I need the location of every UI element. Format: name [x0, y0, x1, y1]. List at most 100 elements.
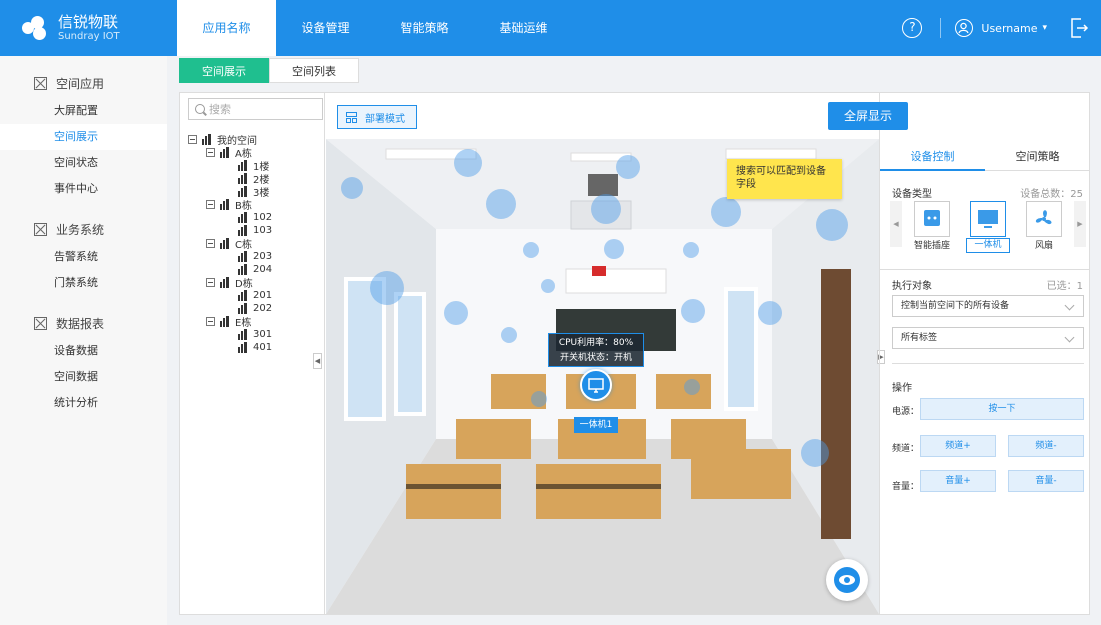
- collapse-toggle-icon[interactable]: [206, 239, 215, 248]
- building-icon: [220, 277, 230, 288]
- device-monitor-marker[interactable]: [580, 369, 612, 401]
- sidebar-item-device-data[interactable]: 设备数据: [0, 338, 167, 364]
- target-selected: 已选：1: [1046, 281, 1083, 292]
- tree-node-label: 103: [253, 225, 273, 236]
- tab-device-control[interactable]: 设备控制: [880, 143, 985, 171]
- tree-node-building[interactable]: B栋: [206, 198, 252, 212]
- space-tree-panel: 搜索 我的空间 A栋 1楼 2楼 3楼 B栋 102 103 C栋 203 204 D栋 201 202 E…: [180, 93, 325, 614]
- device-marker[interactable]: [541, 279, 555, 293]
- device-marker[interactable]: [486, 189, 516, 219]
- group-label: 空间应用: [56, 76, 105, 91]
- brand-name: 信锐物联: [58, 13, 119, 31]
- tag-select[interactable]: 所有标签: [892, 327, 1084, 349]
- volume-down-button[interactable]: 音量-: [1008, 470, 1084, 492]
- group-icon: [34, 222, 47, 236]
- channel-down-button[interactable]: 频道-: [1008, 435, 1084, 457]
- chevron-down-icon: [1064, 332, 1075, 343]
- device-marker[interactable]: [816, 209, 848, 241]
- logout-icon[interactable]: [1069, 17, 1089, 39]
- deploy-mode-button[interactable]: 部署模式: [337, 105, 417, 129]
- device-marker[interactable]: [684, 379, 700, 395]
- device-marker[interactable]: [758, 301, 782, 325]
- control-panel: 设备控制 空间策略 设备类型 设备总数：25 ◀ ▶ 智能插座 一体机 风扇 执…: [879, 93, 1090, 614]
- sidebar-item-space-status[interactable]: 空间状态: [0, 150, 167, 176]
- device-marker[interactable]: [604, 239, 624, 259]
- device-marker[interactable]: [801, 439, 829, 467]
- tree-node-floor[interactable]: 301: [238, 328, 272, 341]
- carousel-prev-button[interactable]: ◀: [890, 201, 902, 247]
- device-marker[interactable]: [370, 271, 404, 305]
- tree-node-label: 102: [253, 212, 273, 223]
- device-marker[interactable]: [444, 301, 468, 325]
- help-icon[interactable]: ?: [902, 18, 923, 38]
- tree-node-building[interactable]: E栋: [206, 315, 252, 329]
- sidebar-item-statistics[interactable]: 统计分析: [0, 390, 167, 416]
- tree-node-building[interactable]: C栋: [206, 237, 252, 251]
- collapse-toggle-icon[interactable]: [206, 200, 215, 209]
- fullscreen-button[interactable]: 全屏显示: [828, 102, 908, 130]
- sidebar-item-event-center[interactable]: 事件中心: [0, 176, 167, 202]
- collapse-tree-button[interactable]: ◀: [313, 353, 322, 369]
- device-type-label[interactable]: 一体机: [966, 238, 1010, 253]
- tree-node-floor[interactable]: 102: [238, 211, 272, 224]
- device-marker[interactable]: [454, 149, 482, 177]
- tree-node-floor[interactable]: 201: [238, 289, 272, 302]
- device-type-monitor[interactable]: [970, 201, 1006, 237]
- tab-space-display[interactable]: 空间展示: [179, 58, 269, 83]
- sidebar-group-space-apps[interactable]: 空间应用: [0, 68, 167, 98]
- tooltip-power-state: 开关机状态：开机: [559, 353, 632, 363]
- collapse-toggle-icon[interactable]: [188, 135, 197, 144]
- device-type-label[interactable]: 风扇: [1022, 238, 1066, 251]
- user-menu[interactable]: Username ▾: [955, 19, 1047, 37]
- carousel-next-button[interactable]: ▶: [1074, 201, 1086, 247]
- nav-device-management[interactable]: 设备管理: [276, 0, 375, 56]
- device-marker[interactable]: [683, 242, 699, 258]
- nav-app-name[interactable]: 应用名称: [177, 0, 276, 56]
- main-panel: 搜索 我的空间 A栋 1楼 2楼 3楼 B栋 102 103 C栋 203 204 D栋 201 202 E…: [179, 92, 1090, 615]
- tree-node-building[interactable]: D栋: [206, 276, 253, 290]
- tab-space-strategy[interactable]: 空间策略: [985, 143, 1090, 171]
- sidebar-item-access[interactable]: 门禁系统: [0, 270, 167, 296]
- tree-node-label: E栋: [235, 318, 252, 329]
- volume-up-button[interactable]: 音量+: [920, 470, 996, 492]
- sidebar-item-space-data[interactable]: 空间数据: [0, 364, 167, 390]
- tree-node-building[interactable]: A栋: [206, 146, 252, 160]
- nav-basic-ops[interactable]: 基础运维: [474, 0, 573, 56]
- logo-icon: [22, 16, 50, 40]
- tree-node-label: 401: [253, 342, 273, 353]
- volume-label: 音量：: [892, 482, 920, 492]
- building-icon: [238, 303, 248, 314]
- sidebar-group-business[interactable]: 业务系统: [0, 214, 167, 244]
- device-type-label[interactable]: 智能插座: [910, 238, 954, 251]
- collapse-toggle-icon[interactable]: [206, 278, 215, 287]
- tree-node-label: 202: [253, 303, 273, 314]
- tab-space-list[interactable]: 空间列表: [269, 58, 359, 83]
- device-marker[interactable]: [711, 197, 741, 227]
- device-marker[interactable]: [341, 177, 363, 199]
- power-button[interactable]: 按一下: [920, 398, 1084, 420]
- device-marker[interactable]: [616, 155, 640, 179]
- device-marker[interactable]: [501, 327, 517, 343]
- view-toggle-button[interactable]: [826, 559, 868, 601]
- device-marker[interactable]: [591, 194, 621, 224]
- collapse-toggle-icon[interactable]: [206, 148, 215, 157]
- nav-smart-strategy[interactable]: 智能策略: [375, 0, 474, 56]
- collapse-toggle-icon[interactable]: [206, 317, 215, 326]
- device-marker[interactable]: [523, 242, 539, 258]
- device-marker[interactable]: [531, 391, 547, 407]
- sidebar-item-screen-config[interactable]: 大屏配置: [0, 98, 167, 124]
- logo[interactable]: 信锐物联 Sundray IOT: [0, 0, 176, 56]
- sidebar-item-space-display[interactable]: 空间展示: [0, 124, 167, 150]
- target-select[interactable]: 控制当前空间下的所有设备: [892, 295, 1084, 317]
- device-type-fan[interactable]: [1026, 201, 1062, 237]
- tree-node-floor[interactable]: 203: [238, 250, 272, 263]
- sidebar-item-alarm[interactable]: 告警系统: [0, 244, 167, 270]
- search-input[interactable]: 搜索: [188, 98, 323, 120]
- building-icon: [238, 290, 248, 301]
- tree-node-floor[interactable]: 401: [238, 341, 272, 354]
- device-marker[interactable]: [681, 299, 705, 323]
- device-type-socket[interactable]: [914, 201, 950, 237]
- channel-up-button[interactable]: 频道+: [920, 435, 996, 457]
- brand-sub: Sundray IOT: [58, 31, 120, 42]
- sidebar-group-reports[interactable]: 数据报表: [0, 308, 167, 338]
